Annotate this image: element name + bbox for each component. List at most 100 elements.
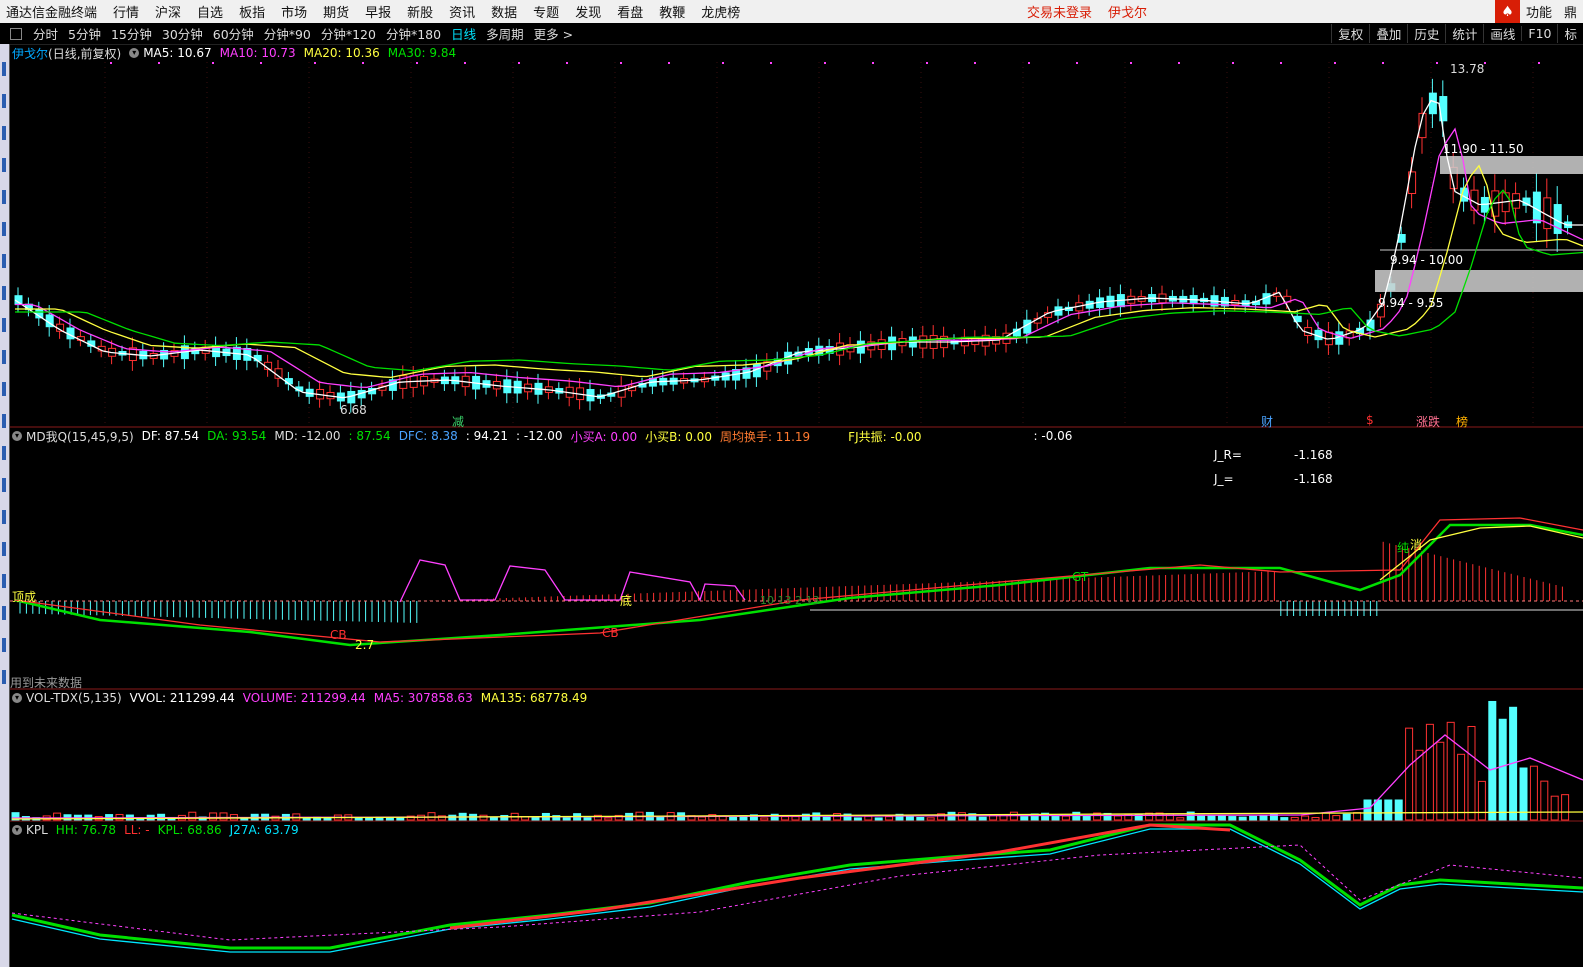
- md-label-cb1: CB: [330, 628, 347, 642]
- md-v1: : 87.54: [348, 429, 391, 443]
- volume-bar: [1290, 816, 1299, 821]
- volume-bar: [1176, 817, 1185, 821]
- kpl-indicator-legend: ▾ KPL HH: 76.78 LL: - KPL: 68.86 J27A: 6…: [12, 822, 307, 838]
- j-label: J_=: [1214, 472, 1234, 486]
- volume-bar: [1550, 795, 1559, 821]
- period-marker: [1028, 62, 1030, 64]
- vol-ma5-line: [11, 734, 1583, 819]
- period-marker: [1538, 62, 1540, 64]
- ma30-line: [15, 189, 1583, 372]
- volume-bar: [1342, 813, 1351, 821]
- event-marker-cai[interactable]: 财: [1261, 413, 1273, 430]
- future-data-note: 用到未来数据: [10, 676, 83, 690]
- vol-ma135: MA135: 68778.49: [480, 691, 588, 705]
- kpl-line: [11, 823, 1583, 950]
- kpl-hh-dashed: [11, 844, 1583, 941]
- md-label-gt: GT: [1072, 570, 1089, 584]
- ma20-value: MA20: 10.36: [303, 46, 380, 60]
- volume-bar: [1311, 817, 1320, 821]
- volume-bar: [489, 816, 498, 821]
- period-marker: [872, 62, 874, 64]
- indicator-menu-icon[interactable]: ▾: [12, 431, 22, 441]
- event-marker-bang[interactable]: 榜: [1456, 413, 1468, 430]
- md-label-dingcheng: 顶成: [12, 590, 37, 604]
- period-marker: [974, 62, 976, 64]
- volume-bar: [1061, 815, 1070, 821]
- md-v3: : -12.00: [516, 429, 563, 443]
- volume-bar: [1498, 718, 1507, 821]
- volume-bar: [1238, 816, 1247, 821]
- volume-bar: [479, 814, 488, 821]
- period-marker: [212, 62, 214, 64]
- volume-bar: [791, 816, 800, 821]
- jr-label: J_R=: [1214, 448, 1242, 462]
- period-marker: [464, 62, 466, 64]
- vol-title[interactable]: VOL-TDX(5,135): [26, 691, 122, 705]
- volume-bar: [905, 815, 914, 821]
- vol-ma5: MA5: 307858.63: [373, 691, 473, 705]
- indicator-menu-icon[interactable]: ▾: [12, 825, 22, 835]
- volume-bar: [1249, 815, 1258, 821]
- volume-bar: [729, 816, 738, 821]
- volume-bar: [1415, 749, 1424, 821]
- md-dfc: DFC: 8.38: [398, 429, 458, 443]
- volume-bar: [926, 817, 935, 821]
- event-marker-zhangdie[interactable]: 涨跌: [1416, 413, 1440, 430]
- vol-volume: VOLUME: 211299.44: [242, 691, 366, 705]
- md-xma-line: [399, 559, 746, 603]
- md-v2: : 94.21: [465, 429, 509, 443]
- jr-value: -1.168: [1294, 448, 1333, 462]
- md-label-di: 底: [620, 594, 633, 608]
- period-marker: [314, 62, 316, 64]
- md-fjgz: FJ共振: -0.00: [848, 429, 922, 444]
- period-marker: [722, 62, 724, 64]
- volume-bar: [219, 812, 228, 821]
- volume-bar: [1217, 815, 1226, 821]
- period-marker: [668, 62, 670, 64]
- md-title[interactable]: MD我Q(15,45,9,5): [26, 428, 134, 445]
- stock-name-label[interactable]: 伊戈尔: [12, 45, 48, 62]
- high-price-label: 13.78: [1450, 62, 1485, 76]
- period-marker: [1436, 62, 1438, 64]
- volume-bar: [781, 816, 790, 821]
- support-zone: [1375, 270, 1583, 292]
- md-label-chun: 纯: [1397, 541, 1410, 555]
- indicator-menu-icon[interactable]: ▾: [129, 48, 140, 58]
- low-price-label: 6.68: [340, 403, 367, 417]
- volume-bar: [697, 816, 706, 821]
- volume-bar: [853, 817, 862, 821]
- kpl-ll: LL: -: [124, 823, 150, 837]
- j-value: -1.168: [1294, 472, 1333, 486]
- volume-bar: [1488, 700, 1497, 821]
- volume-bar: [1113, 815, 1122, 821]
- md-v4: : -0.06: [1033, 429, 1073, 443]
- indicator-menu-icon[interactable]: ▾: [12, 693, 22, 703]
- volume-bar: [978, 816, 987, 821]
- period-marker: [260, 62, 262, 64]
- ma10-value: MA10: 10.73: [219, 46, 296, 60]
- ma30-value: MA30: 9.84: [387, 46, 457, 60]
- period-marker: [926, 62, 928, 64]
- zone-label-1: 11.90 - 11.50: [1443, 142, 1524, 156]
- period-marker: [1178, 62, 1180, 64]
- candle-body: [1428, 92, 1437, 115]
- volume-bar: [916, 816, 925, 821]
- resistance-zone: [1440, 156, 1583, 174]
- period-marker: [566, 62, 568, 64]
- volume-bar: [1321, 812, 1330, 821]
- md-label-cb2: CB: [602, 626, 619, 640]
- ma5-value: MA5: 10.67: [143, 46, 212, 60]
- zone-label-3: 9.94 - 9.55: [1378, 296, 1444, 310]
- volume-bar: [1561, 794, 1570, 821]
- event-marker-dollar[interactable]: $: [1366, 413, 1374, 427]
- volume-bar: [822, 816, 831, 821]
- kpl-kpl: KPL: 68.86: [157, 823, 222, 837]
- volume-bar: [760, 817, 769, 821]
- md-df: DF: 87.54: [141, 429, 200, 443]
- volume-bar: [1467, 725, 1476, 821]
- period-marker: [1232, 62, 1234, 64]
- md-da: DA: 93.54: [207, 429, 267, 443]
- md-md: MD: -12.00: [274, 429, 341, 443]
- kpl-title[interactable]: KPL: [26, 823, 48, 837]
- period-marker: [770, 62, 772, 64]
